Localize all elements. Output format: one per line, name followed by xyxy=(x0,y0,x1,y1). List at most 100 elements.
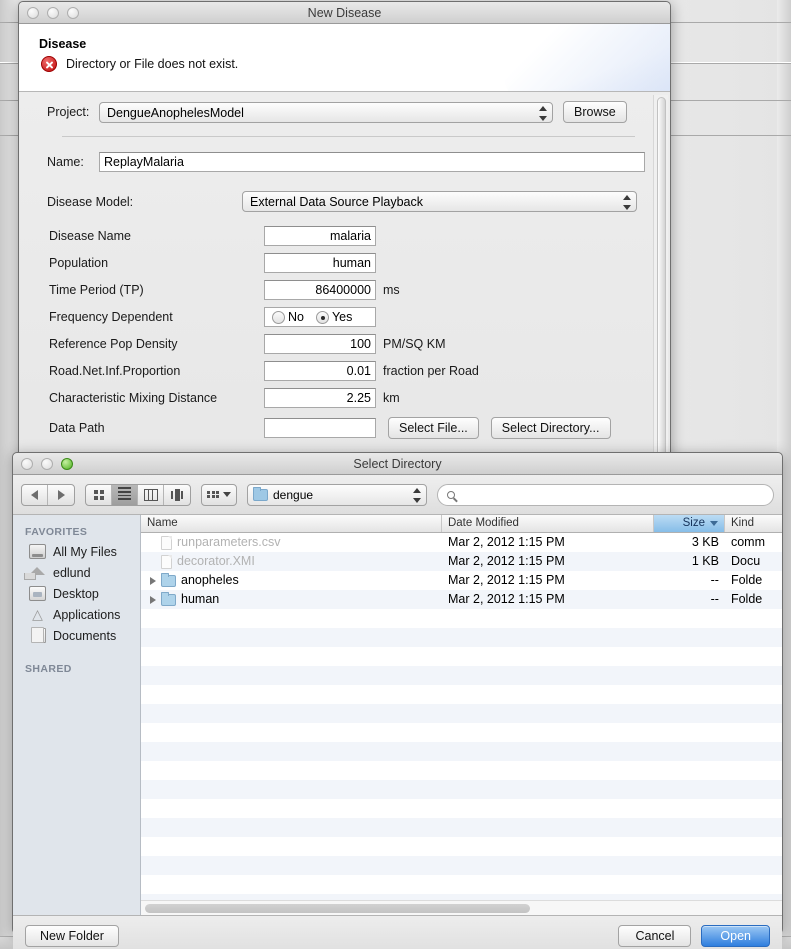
new-folder-button[interactable]: New Folder xyxy=(25,924,119,947)
close-button[interactable] xyxy=(27,7,39,19)
field-row: Reference Pop Density PM/SQ KM xyxy=(49,334,446,354)
window-controls[interactable] xyxy=(27,7,79,19)
sidebar-item-label: Applications xyxy=(53,607,121,622)
field-row: Time Period (TP) ms xyxy=(49,280,400,300)
scrollbar-thumb[interactable] xyxy=(657,97,666,469)
vertical-scrollbar[interactable] xyxy=(653,95,668,478)
name-input[interactable] xyxy=(99,152,645,172)
folder-icon xyxy=(253,486,268,501)
field-row: Disease Name xyxy=(49,226,383,246)
disease-model-select[interactable]: External Data Source Playback xyxy=(242,191,637,212)
view-list-button[interactable] xyxy=(112,484,138,505)
file-size: -- xyxy=(710,573,719,587)
reference-pop-density-input[interactable] xyxy=(264,334,376,354)
column-header-date-modified[interactable]: Date Modified xyxy=(442,515,654,532)
select-directory-window: Select Directory dengue FAVORITES All My… xyxy=(12,452,783,949)
table-row[interactable]: runparameters.csv Mar 2, 2012 1:15 PM 3 … xyxy=(141,533,782,552)
back-button[interactable] xyxy=(22,484,48,505)
cancel-button[interactable]: Cancel xyxy=(618,924,692,947)
close-button[interactable] xyxy=(21,458,33,470)
desktop-icon xyxy=(29,586,46,601)
characteristic-mixing-distance-input[interactable] xyxy=(264,388,376,408)
chevron-updown-icon xyxy=(538,105,547,121)
search-field[interactable] xyxy=(437,483,774,506)
project-select-value: DengueAnophelesModel xyxy=(107,105,244,120)
disclosure-triangle-icon[interactable] xyxy=(150,576,156,585)
forward-button[interactable] xyxy=(48,485,74,505)
table-row[interactable]: human Mar 2, 2012 1:15 PM -- Folde xyxy=(141,590,782,609)
empty-row xyxy=(141,685,782,704)
sidebar-item-all-my-files[interactable]: All My Files xyxy=(13,541,140,562)
empty-row xyxy=(141,666,782,685)
horizontal-scrollbar[interactable] xyxy=(141,900,782,915)
radio-no[interactable]: No xyxy=(272,310,304,324)
frequency-dependent-label: Frequency Dependent xyxy=(49,310,173,324)
time-period-input[interactable] xyxy=(264,280,376,300)
view-icon-button[interactable] xyxy=(86,484,112,505)
zoom-button[interactable] xyxy=(67,7,79,19)
table-row[interactable]: anopheles Mar 2, 2012 1:15 PM -- Folde xyxy=(141,571,782,590)
sidebar-item-documents[interactable]: Documents xyxy=(13,625,140,646)
sidebar-item-desktop[interactable]: Desktop xyxy=(13,583,140,604)
file-browser-main: FAVORITES All My Files edlund Desktop △ … xyxy=(13,515,782,915)
field-label: Characteristic Mixing Distance xyxy=(49,391,218,405)
window-title: New Disease xyxy=(307,6,382,20)
column-header-kind[interactable]: Kind xyxy=(725,515,782,532)
scrollbar-thumb[interactable] xyxy=(145,904,530,913)
forward-arrow-icon xyxy=(57,489,65,500)
project-row: Project: DengueAnophelesModel Browse xyxy=(47,101,627,123)
empty-row xyxy=(141,799,782,818)
road-net-inf-proportion-input[interactable] xyxy=(264,361,376,381)
sidebar-item-label: Desktop xyxy=(53,586,99,601)
population-input[interactable] xyxy=(264,253,376,273)
empty-row xyxy=(141,704,782,723)
sidebar-item-edlund[interactable]: edlund xyxy=(13,562,140,583)
radio-yes[interactable]: Yes xyxy=(315,310,352,324)
column-header-label: Name xyxy=(147,517,178,529)
new-disease-titlebar[interactable]: New Disease xyxy=(19,2,670,24)
field-unit: km xyxy=(383,391,400,405)
disclosure-triangle-icon[interactable] xyxy=(150,595,156,604)
data-path-row: Data Path Select File... Select Director… xyxy=(49,417,611,439)
file-size: 1 KB xyxy=(691,554,719,568)
zoom-button[interactable] xyxy=(61,458,73,470)
empty-row xyxy=(141,837,782,856)
radio-button-icon[interactable] xyxy=(272,310,285,324)
browse-button[interactable]: Browse xyxy=(563,101,627,123)
search-input[interactable] xyxy=(460,487,764,502)
window-controls[interactable] xyxy=(21,458,73,470)
table-row[interactable]: decorator.XMI Mar 2, 2012 1:15 PM 1 KB D… xyxy=(141,552,782,571)
applications-icon: △ xyxy=(32,606,43,622)
path-select[interactable]: dengue xyxy=(247,483,427,506)
select-directory-button[interactable]: Select Directory... xyxy=(490,417,611,439)
empty-row xyxy=(141,723,782,742)
navigation-buttons[interactable] xyxy=(21,483,75,506)
view-column-button[interactable] xyxy=(138,484,164,505)
frequency-dependent-radio-group[interactable]: No Yes xyxy=(264,307,376,327)
action-menu-button[interactable] xyxy=(201,483,237,506)
radio-button-selected-icon[interactable] xyxy=(315,310,329,324)
column-header-name[interactable]: Name xyxy=(141,515,442,532)
minimize-button[interactable] xyxy=(41,458,53,470)
select-directory-titlebar[interactable]: Select Directory xyxy=(13,453,782,475)
view-mode-buttons[interactable] xyxy=(85,483,191,506)
empty-row xyxy=(141,818,782,837)
disease-name-input[interactable] xyxy=(264,226,376,246)
sidebar-item-applications[interactable]: △ Applications xyxy=(13,604,140,625)
file-date: Mar 2, 2012 1:15 PM xyxy=(448,554,565,568)
project-select[interactable]: DengueAnophelesModel xyxy=(99,101,553,123)
minimize-button[interactable] xyxy=(47,7,59,19)
select-file-button[interactable]: Select File... xyxy=(388,417,479,439)
file-browser-footer: New Folder Cancel Open xyxy=(13,915,782,949)
data-path-input[interactable] xyxy=(264,418,376,438)
document-icon xyxy=(161,554,172,569)
field-label: Time Period (TP) xyxy=(49,283,144,297)
view-coverflow-button[interactable] xyxy=(164,485,190,505)
column-header-label: Date Modified xyxy=(447,517,519,529)
open-button[interactable]: Open xyxy=(701,924,770,947)
chevron-updown-icon xyxy=(622,195,631,210)
column-header-size[interactable]: Size xyxy=(653,515,725,532)
sidebar-section-favorites: FAVORITES xyxy=(25,526,88,538)
file-browser-sidebar: FAVORITES All My Files edlund Desktop △ … xyxy=(13,515,141,915)
action-gear-icon xyxy=(207,490,219,499)
